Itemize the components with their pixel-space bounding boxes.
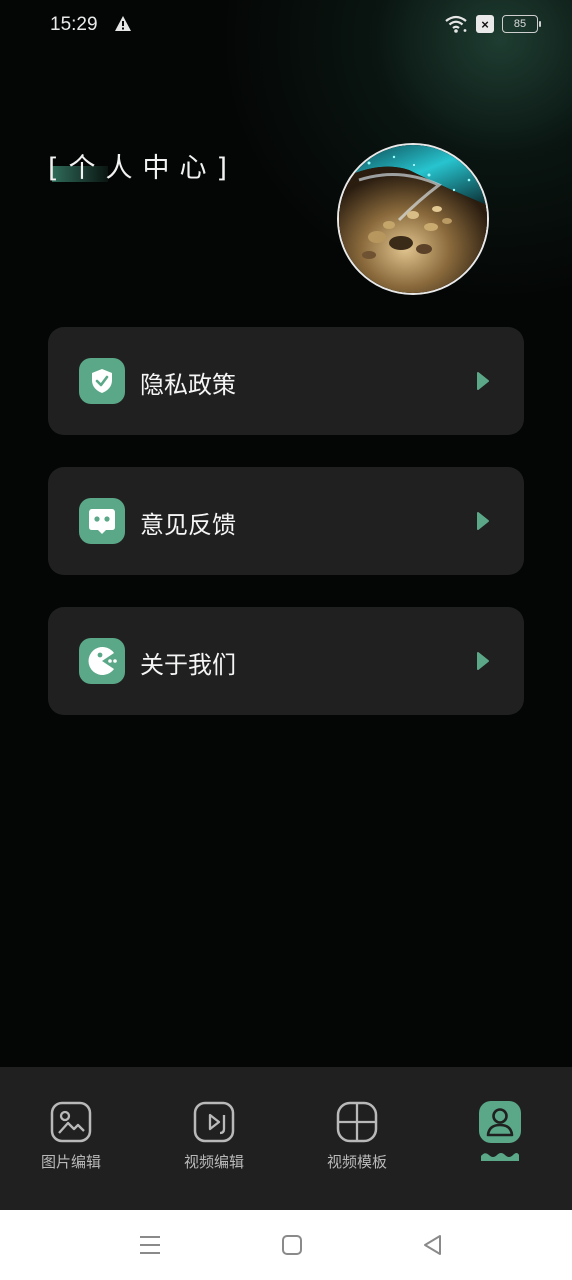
tab-video-template[interactable]: 视频模板	[307, 1101, 407, 1172]
status-time: 15:29	[50, 14, 98, 35]
home-icon[interactable]	[279, 1232, 305, 1258]
tab-image-edit[interactable]: 图片编辑	[21, 1101, 121, 1172]
wifi-icon	[445, 15, 467, 33]
profile-screen: 15:29 × 85 [个人中心] 隐私政策 意见反馈 关于我们 图片编辑 视频…	[0, 0, 572, 1280]
status-bar: 15:29 × 85	[0, 0, 572, 52]
chevron-right-icon	[477, 512, 489, 530]
status-icons: × 85	[444, 14, 541, 34]
chevron-right-icon	[477, 372, 489, 390]
image-icon	[50, 1101, 92, 1143]
menu-item-label: 隐私政策	[140, 371, 236, 399]
back-icon[interactable]	[420, 1232, 446, 1258]
shield-check-icon	[79, 358, 125, 404]
page-title-area: [个人中心]	[48, 146, 228, 186]
active-wave-indicator	[481, 1153, 519, 1161]
tab-label: 视频模板	[326, 1153, 387, 1171]
video-play-icon	[193, 1101, 235, 1143]
bottom-nav: 图片编辑 视频编辑 视频模板	[0, 1067, 572, 1210]
page-title: [个人中心]	[48, 153, 238, 184]
avatar[interactable]	[337, 143, 489, 295]
avatar-image	[339, 145, 487, 293]
tab-profile[interactable]	[450, 1101, 550, 1161]
pacman-icon	[79, 638, 125, 684]
menu-item-label: 关于我们	[140, 651, 236, 679]
system-nav-bar	[0, 1210, 572, 1280]
chevron-right-icon	[477, 652, 489, 670]
menu-list: 隐私政策 意见反馈 关于我们	[48, 327, 524, 747]
tab-label: 图片编辑	[40, 1153, 101, 1171]
battery-icon: 85	[502, 15, 541, 33]
menu-item-about-us[interactable]: 关于我们	[48, 607, 524, 715]
tab-label: 视频编辑	[183, 1153, 244, 1171]
alert-icon	[115, 16, 131, 31]
menu-icon[interactable]	[137, 1232, 163, 1258]
menu-item-feedback[interactable]: 意见反馈	[48, 467, 524, 575]
chat-bubble-icon	[79, 498, 125, 544]
user-icon	[479, 1101, 521, 1143]
battery-level: 85	[513, 18, 527, 30]
menu-item-label: 意见反馈	[140, 511, 236, 539]
sim-x-icon: ×	[476, 15, 494, 33]
tab-video-edit[interactable]: 视频编辑	[164, 1101, 264, 1172]
template-grid-icon	[336, 1101, 378, 1143]
menu-item-privacy-policy[interactable]: 隐私政策	[48, 327, 524, 435]
